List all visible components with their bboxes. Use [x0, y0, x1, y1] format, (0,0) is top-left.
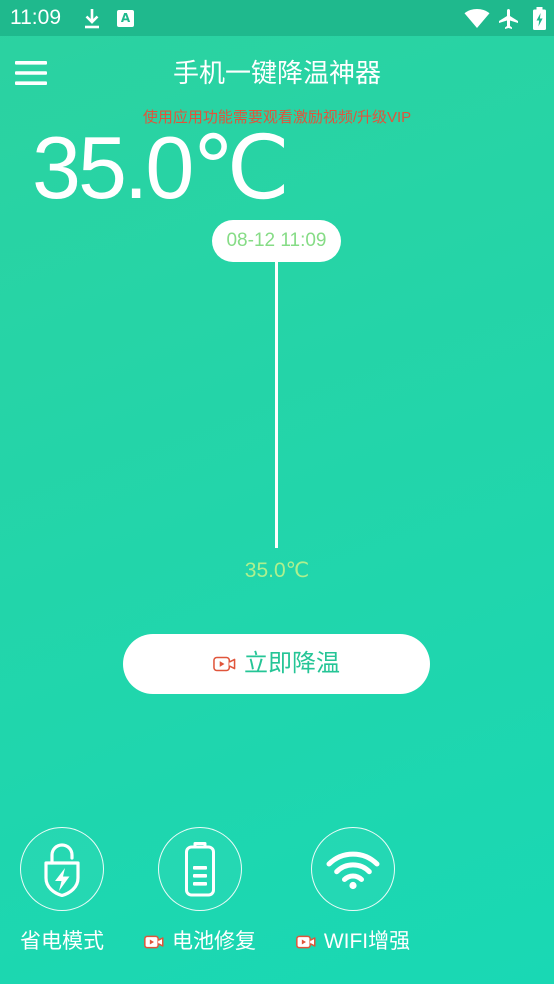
current-temperature: 35.0℃	[32, 118, 290, 217]
feature-label-row: 省电模式	[20, 930, 104, 954]
feature-circle[interactable]	[158, 827, 242, 911]
feature-label-row: WIFI增强	[295, 930, 411, 954]
feature-battery-repair[interactable]: 电池修复	[138, 827, 262, 954]
feature-label: WIFI增强	[323, 930, 411, 953]
feature-label: 省电模式	[20, 930, 104, 953]
wifi-icon	[326, 851, 380, 890]
feature-label-row: 电池修复	[144, 930, 256, 954]
cool-down-button[interactable]: 立即降温	[123, 634, 430, 694]
feature-circle[interactable]	[20, 827, 104, 911]
battery-icon	[185, 842, 215, 897]
timestamp-pill: 08-12 11:09	[212, 220, 341, 262]
page-title: 手机一键降温神器	[172, 58, 381, 88]
status-bar: 11:09 A	[0, 0, 554, 36]
feature-power-saving[interactable]: 省电模式	[0, 827, 124, 954]
timeline-line	[275, 261, 278, 548]
download-icon	[85, 9, 99, 29]
lock-bolt-icon	[44, 843, 80, 897]
feature-wifi-boost[interactable]: WIFI增强	[291, 827, 415, 954]
feature-circle[interactable]	[311, 827, 395, 911]
timeline-reading: 35.0℃	[244, 559, 310, 582]
feature-label: 电池修复	[172, 930, 256, 953]
video-ad-icon	[144, 935, 164, 949]
battery-charging-icon	[533, 7, 546, 30]
app-a-icon: A	[117, 10, 134, 27]
video-ad-icon	[295, 935, 316, 949]
video-ad-icon	[213, 656, 236, 672]
status-time: 11:09	[10, 6, 61, 29]
wifi-signal-icon	[464, 9, 490, 28]
airplane-mode-icon	[499, 9, 518, 29]
cool-down-button-label: 立即降温	[244, 650, 340, 677]
